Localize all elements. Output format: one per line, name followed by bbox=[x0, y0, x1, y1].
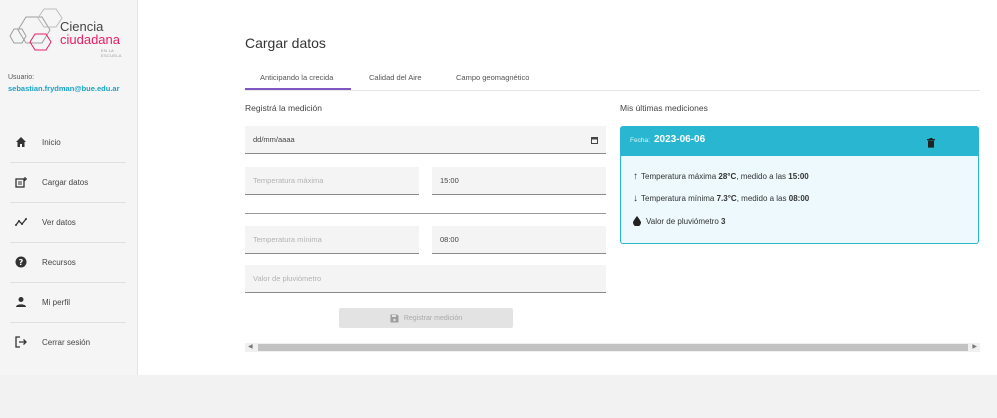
min-temp-value: 7.3°C bbox=[716, 194, 737, 203]
sidebar: Ciencia ciudadana EN LA ESCUELA Usuario:… bbox=[0, 0, 138, 418]
sidebar-item-cargar-datos[interactable]: Cargar datos bbox=[10, 162, 126, 203]
sidebar-item-inicio[interactable]: Inicio bbox=[10, 122, 126, 163]
date-label: Fecha: bbox=[630, 137, 650, 144]
temp-max-time-input[interactable]: 15:00 bbox=[432, 167, 606, 195]
bottom-band bbox=[0, 375, 997, 418]
delete-icon[interactable] bbox=[927, 135, 935, 153]
min-temp-mid: , medido a las bbox=[736, 194, 787, 203]
temp-min-input[interactable]: Temperatura mínima bbox=[245, 226, 419, 254]
date-field[interactable]: dd/mm/aaaa bbox=[245, 126, 606, 154]
sidebar-item-label: Mi perfil bbox=[42, 297, 71, 307]
tabs: Anticipando la crecida Calidad del Aire … bbox=[245, 68, 980, 91]
active-tab-indicator bbox=[245, 88, 351, 90]
scrollbar-thumb[interactable] bbox=[258, 344, 968, 351]
logo-line2: ciudadana bbox=[60, 32, 120, 47]
max-temp-time: 15:00 bbox=[788, 172, 809, 181]
temp-min-placeholder: Temperatura mínima bbox=[253, 235, 322, 244]
form-heading: Registrá la medición bbox=[245, 103, 323, 113]
user-label: Usuario: bbox=[8, 74, 35, 81]
temp-min-time: 08:00 bbox=[440, 235, 459, 244]
rain-gauge-input[interactable]: Valor de pluviómetro bbox=[245, 265, 606, 293]
max-temp-label: Temperatura máxima bbox=[641, 172, 717, 181]
register-measurement-label: Registrar medición bbox=[403, 314, 463, 322]
temp-max-placeholder: Temperatura máxima bbox=[253, 176, 324, 185]
sidebar-item-label: Cargar datos bbox=[42, 177, 89, 187]
sidebar-item-recursos[interactable]: ? Recursos bbox=[10, 242, 126, 283]
min-temp-label: Temperatura mínima bbox=[641, 194, 715, 203]
home-icon bbox=[14, 135, 28, 149]
page-title: Cargar datos bbox=[245, 35, 326, 51]
temp-min-time-input[interactable]: 08:00 bbox=[432, 226, 606, 254]
min-temp-row: ↓ Temperatura mínima 7.3°C, medido a las… bbox=[633, 193, 809, 204]
max-temp-value: 28°C bbox=[718, 172, 737, 181]
sidebar-item-label: Ver datos bbox=[42, 217, 76, 227]
person-icon bbox=[14, 295, 28, 309]
rain-row: Valor de pluviómetro 3 bbox=[633, 216, 725, 226]
scroll-right-icon[interactable]: ▶ bbox=[972, 343, 977, 352]
temp-max-time: 15:00 bbox=[440, 176, 459, 185]
user-email: sebastian.frydman@bue.edu.ar bbox=[8, 84, 120, 93]
date-value: 2023-06-06 bbox=[654, 134, 706, 145]
svg-text:?: ? bbox=[19, 258, 24, 267]
save-icon bbox=[390, 314, 399, 323]
help-icon: ? bbox=[14, 255, 28, 269]
sidebar-item-ver-datos[interactable]: Ver datos bbox=[10, 202, 126, 243]
water-drop-icon bbox=[633, 216, 641, 226]
measurement-card-header: Fecha: 2023-06-06 bbox=[620, 126, 979, 156]
logo[interactable]: Ciencia ciudadana EN LA ESCUELA bbox=[8, 8, 133, 64]
rain-value: 3 bbox=[721, 216, 726, 226]
register-measurement-button[interactable]: Registrar medición bbox=[339, 308, 513, 328]
arrow-up-icon: ↑ bbox=[633, 171, 638, 182]
logo-tagline: EN LA ESCUELA bbox=[101, 48, 122, 58]
sidebar-item-label: Recursos bbox=[42, 257, 76, 267]
logout-icon bbox=[14, 335, 28, 349]
sidebar-item-label: Cerrar sesión bbox=[42, 337, 91, 347]
max-temp-mid: , medido a las bbox=[736, 172, 787, 181]
measurement-card-body: ↑ Temperatura máxima 28°C, medido a las … bbox=[620, 156, 979, 244]
temp-max-input[interactable]: Temperatura máxima bbox=[245, 167, 419, 195]
calendar-icon[interactable] bbox=[591, 136, 598, 146]
max-temp-row: ↑ Temperatura máxima 28°C, medido a las … bbox=[633, 171, 809, 182]
upload-data-icon bbox=[14, 175, 28, 189]
divider bbox=[245, 213, 606, 214]
min-temp-time: 08:00 bbox=[788, 194, 810, 203]
sidebar-item-label: Inicio bbox=[42, 137, 61, 147]
date-placeholder: dd/mm/aaaa bbox=[253, 135, 295, 144]
arrow-down-icon: ↓ bbox=[633, 193, 638, 204]
measurements-heading: Mis últimas mediciones bbox=[620, 103, 708, 113]
chart-icon bbox=[14, 215, 28, 229]
rain-label: Valor de pluviómetro bbox=[646, 216, 719, 226]
sidebar-item-cerrar-sesion[interactable]: Cerrar sesión bbox=[10, 322, 126, 362]
tab-campo-geomagnetico[interactable]: Campo geomagnético bbox=[456, 73, 529, 82]
scroll-left-icon[interactable]: ◀ bbox=[248, 343, 253, 352]
horizontal-scrollbar[interactable]: ◀ ▶ bbox=[245, 343, 980, 352]
sidebar-item-mi-perfil[interactable]: Mi perfil bbox=[10, 282, 126, 323]
rain-placeholder: Valor de pluviómetro bbox=[253, 274, 322, 283]
tab-anticipando-la-crecida[interactable]: Anticipando la crecida bbox=[260, 73, 333, 82]
tab-calidad-del-aire[interactable]: Calidad del Aire bbox=[369, 73, 422, 82]
